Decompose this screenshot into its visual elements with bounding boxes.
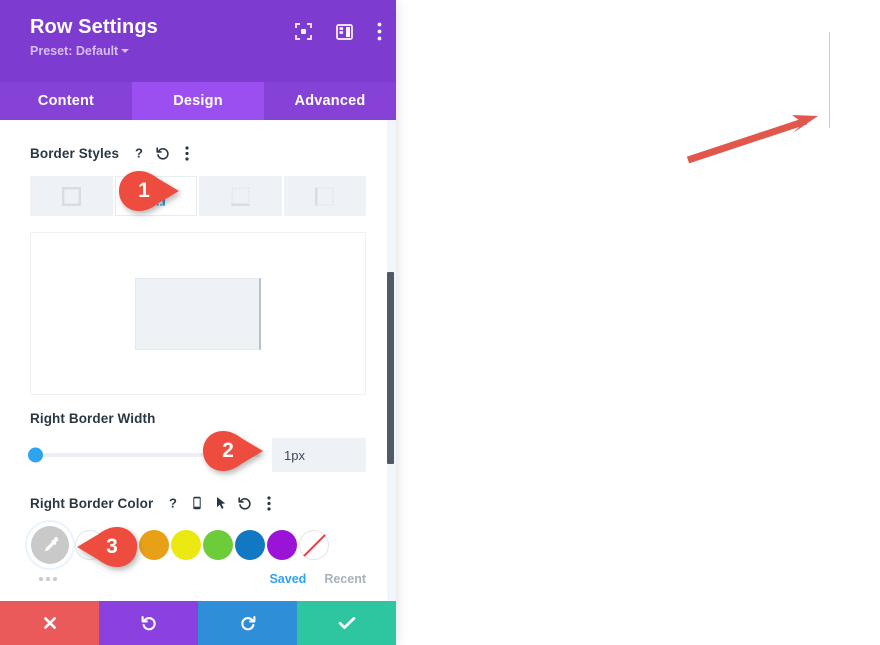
border-styles-label: Border Styles <box>30 145 120 161</box>
preset-label: Preset: Default <box>30 44 119 58</box>
swatch-blue[interactable] <box>235 530 265 560</box>
border-preview-area <box>30 232 366 395</box>
header-icon-group <box>295 22 382 41</box>
swatch-green[interactable] <box>203 530 233 560</box>
swatch-tab-saved[interactable]: Saved <box>269 572 306 586</box>
callout-number-1: 1 <box>138 179 150 202</box>
eyedropper-icon[interactable] <box>31 526 69 564</box>
swatch-yellow[interactable] <box>171 530 201 560</box>
border-color-label: Right Border Color <box>30 495 154 511</box>
border-style-left[interactable] <box>283 176 366 216</box>
swatch-tab-recent[interactable]: Recent <box>324 572 366 586</box>
panel-scrollbar-track[interactable] <box>387 120 396 601</box>
checkmark-icon <box>338 617 355 629</box>
rendered-right-border-line <box>829 32 830 128</box>
border-style-options <box>30 176 366 216</box>
callout-number-3: 3 <box>106 535 118 558</box>
pointer-arrow <box>686 115 818 164</box>
more-vertical-icon[interactable] <box>175 142 199 164</box>
screenshot-root: Row Settings Preset: Default Content Des… <box>0 0 880 645</box>
panel-header: Row Settings Preset: Default <box>0 0 396 82</box>
more-vertical-icon[interactable] <box>257 492 281 514</box>
focus-icon[interactable] <box>295 23 312 40</box>
reset-icon[interactable] <box>233 492 257 514</box>
border-width-control <box>28 438 366 472</box>
panel-action-bar <box>0 601 396 645</box>
tab-content[interactable]: Content <box>0 82 132 120</box>
help-icon[interactable]: ? <box>127 142 151 164</box>
border-color-icon-group: ? <box>161 492 281 514</box>
layout-icon[interactable] <box>336 23 353 40</box>
callout-badge-1: 1 <box>118 170 180 212</box>
undo-button[interactable] <box>99 601 198 645</box>
slider-handle[interactable] <box>28 447 43 463</box>
preset-selector[interactable]: Preset: Default <box>30 43 378 59</box>
swatch-tab-group: Saved Recent <box>269 572 366 586</box>
panel-body: Border Styles ? Right Border Width 1px R… <box>0 120 396 601</box>
border-preview <box>135 277 261 350</box>
svg-text:?: ? <box>169 496 177 511</box>
more-vertical-icon[interactable] <box>377 22 382 41</box>
border-style-all[interactable] <box>30 176 113 216</box>
callout-badge-3: 3 <box>76 526 138 568</box>
panel-tabs: Content Design Advanced <box>0 82 396 120</box>
svg-text:?: ? <box>135 146 143 161</box>
cancel-button[interactable] <box>0 601 99 645</box>
mobile-icon[interactable] <box>185 492 209 514</box>
border-width-header: Right Border Width <box>30 411 366 426</box>
callout-badge-2: 2 <box>202 430 264 472</box>
redo-button[interactable] <box>198 601 297 645</box>
row-settings-panel: Row Settings Preset: Default Content Des… <box>0 0 396 645</box>
border-color-header: Right Border Color ? <box>30 492 366 514</box>
swatch-orange[interactable] <box>139 530 169 560</box>
save-button[interactable] <box>297 601 396 645</box>
swatch-none[interactable] <box>299 530 329 560</box>
cursor-icon[interactable] <box>209 492 233 514</box>
chevron-down-icon <box>121 48 130 53</box>
border-width-label: Right Border Width <box>30 411 156 426</box>
more-colors-icon[interactable] <box>30 577 57 581</box>
swatch-footer: Saved Recent <box>30 572 366 586</box>
panel-scrollbar-thumb[interactable] <box>387 272 394 464</box>
tab-design[interactable]: Design <box>132 82 264 120</box>
close-icon <box>43 617 56 629</box>
swatch-purple[interactable] <box>267 530 297 560</box>
border-style-bottom[interactable] <box>199 176 282 216</box>
reset-icon[interactable] <box>151 142 175 164</box>
border-styles-header: Border Styles ? <box>30 142 366 164</box>
undo-icon <box>141 616 156 631</box>
redo-icon <box>240 616 255 631</box>
help-icon[interactable]: ? <box>161 492 185 514</box>
border-styles-icon-group: ? <box>127 142 199 164</box>
border-width-input[interactable] <box>272 438 366 472</box>
callout-number-2: 2 <box>222 439 234 462</box>
tab-advanced[interactable]: Advanced <box>264 82 396 120</box>
